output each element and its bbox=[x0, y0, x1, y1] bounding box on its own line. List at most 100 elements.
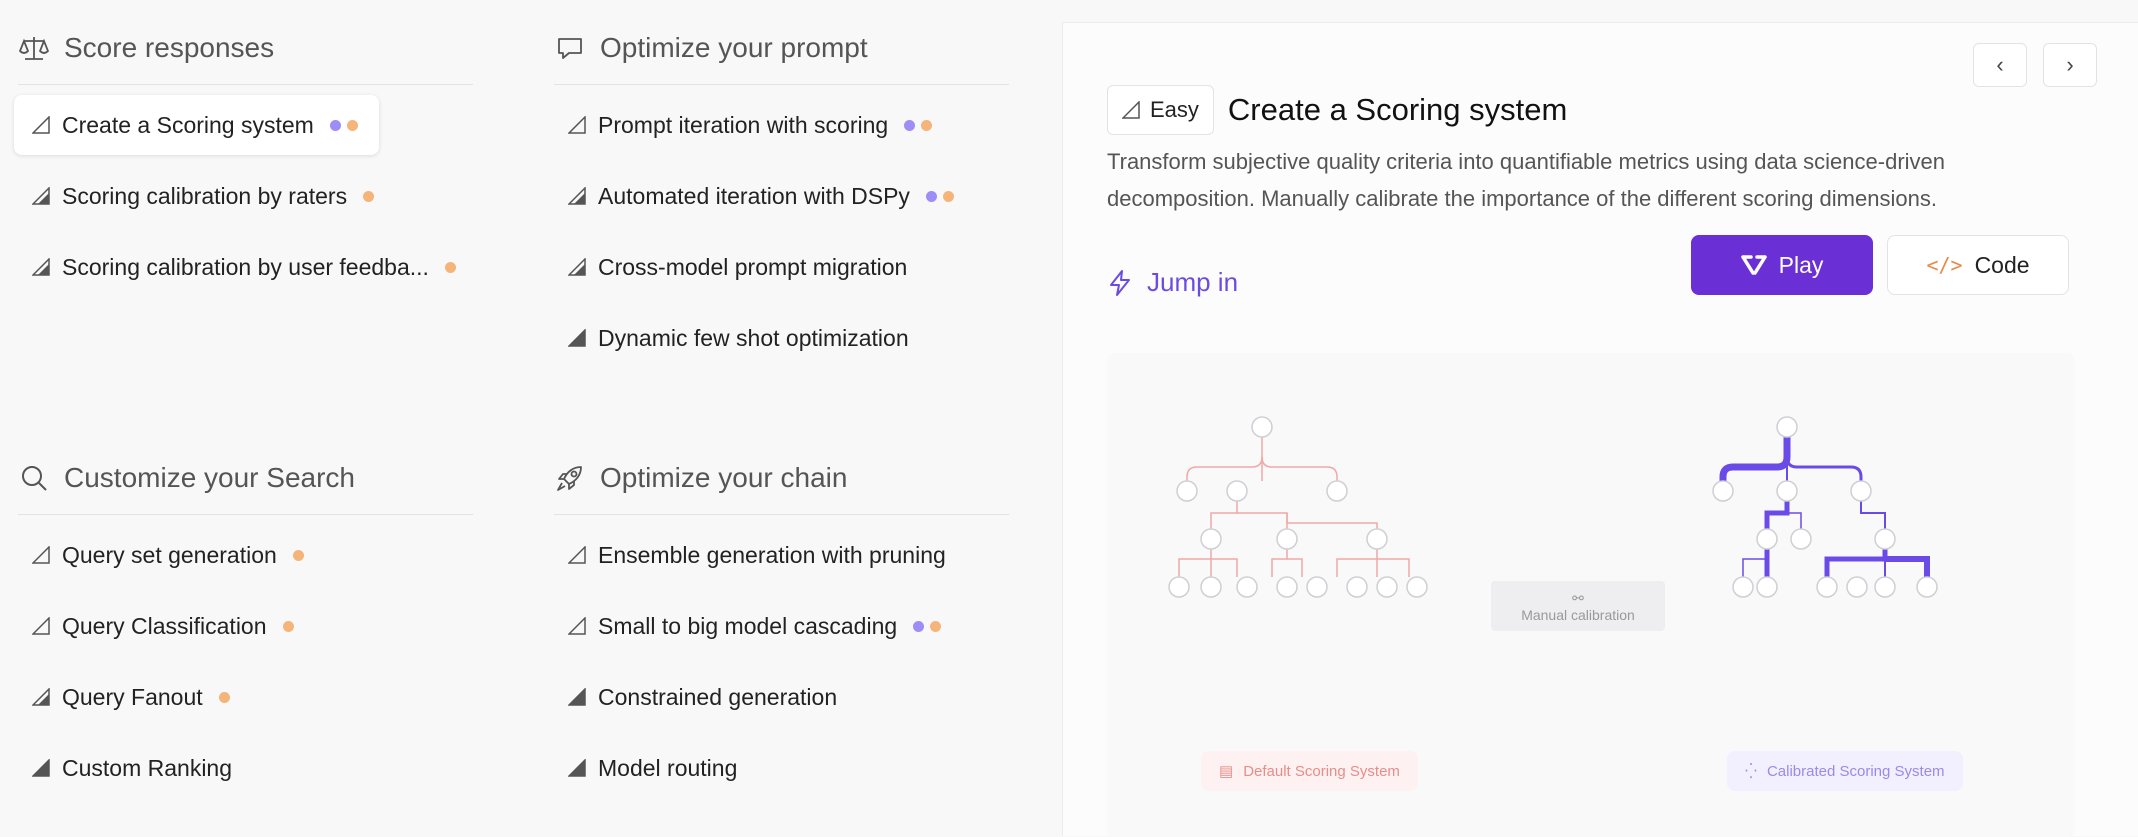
difficulty-easy-icon bbox=[32, 617, 50, 635]
default-tree-nodes bbox=[1168, 416, 1428, 598]
jump-in-link[interactable]: Jump in bbox=[1107, 267, 1238, 298]
manual-calibration-box: ⚯ Manual calibration bbox=[1491, 581, 1665, 631]
item-label: Prompt iteration with scoring bbox=[598, 111, 889, 138]
jump-in-label: Jump in bbox=[1147, 267, 1239, 297]
list-item[interactable]: Constrained generation bbox=[554, 667, 1009, 727]
difficulty-easy-icon bbox=[568, 546, 586, 564]
list-item[interactable]: Small to big model cascading bbox=[554, 596, 1009, 656]
item-label: Dynamic few shot optimization bbox=[598, 324, 909, 351]
search-icon bbox=[18, 462, 50, 494]
difficulty-medium-icon bbox=[32, 258, 50, 276]
calibrated-system-tag: ⁛ Calibrated Scoring System bbox=[1727, 751, 1963, 791]
section-prompt: Optimize your prompt Prompt iteration wi… bbox=[554, 26, 1009, 379]
sparkle-icon: ⁛ bbox=[1745, 763, 1757, 780]
list-item[interactable]: Scoring calibration by user feedba... bbox=[18, 237, 473, 297]
tag-dots bbox=[292, 549, 304, 561]
section-header: Customize your Search bbox=[18, 456, 473, 500]
prev-button[interactable]: ‹ bbox=[1973, 43, 2027, 87]
list-item[interactable]: Custom Ranking bbox=[18, 738, 473, 798]
orange-dot bbox=[292, 549, 304, 561]
divider bbox=[554, 514, 1009, 515]
divider bbox=[18, 514, 473, 515]
difficulty-label: Easy bbox=[1150, 97, 1199, 122]
default-tree bbox=[1178, 437, 1410, 577]
play-button[interactable]: Play bbox=[1691, 235, 1873, 295]
item-list: Ensemble generation with pruning Small to… bbox=[554, 525, 1009, 798]
list-item[interactable]: Automated iteration with DSPy bbox=[554, 166, 1009, 226]
divider bbox=[18, 84, 473, 85]
section-chain: Optimize your chain Ensemble generation … bbox=[554, 456, 1009, 809]
item-label: Automated iteration with DSPy bbox=[598, 182, 910, 209]
purple-dot bbox=[925, 190, 937, 202]
item-label: Create a Scoring system bbox=[62, 111, 314, 138]
tag-dots bbox=[282, 620, 294, 632]
item-label: Scoring calibration by user feedba... bbox=[62, 253, 429, 280]
orange-dot bbox=[444, 261, 456, 273]
list-item[interactable]: Model routing bbox=[554, 738, 1009, 798]
chevron-right-icon: › bbox=[2066, 52, 2074, 77]
list-icon: ▤ bbox=[1219, 763, 1234, 780]
tag-dots bbox=[925, 190, 954, 202]
list-item[interactable]: Prompt iteration with scoring bbox=[554, 95, 1009, 155]
user-icon: ⚯ bbox=[1572, 589, 1584, 606]
item-label: Custom Ranking bbox=[62, 754, 233, 781]
list-item[interactable]: Create a Scoring system bbox=[14, 95, 379, 155]
list-item[interactable]: Query Classification bbox=[18, 596, 473, 656]
item-list: Prompt iteration with scoring Automated i… bbox=[554, 95, 1009, 368]
list-item[interactable]: Scoring calibration by raters bbox=[18, 166, 473, 226]
divider bbox=[554, 84, 1009, 85]
section-header: Score responses bbox=[18, 26, 473, 70]
orange-dot bbox=[363, 190, 375, 202]
lightning-icon bbox=[1110, 269, 1130, 296]
code-label: Code bbox=[1974, 251, 2030, 278]
orange-dot bbox=[218, 691, 230, 703]
difficulty-hard-icon bbox=[32, 759, 50, 777]
difficulty-hard-icon bbox=[568, 329, 586, 347]
item-list: Create a Scoring system Scoring calibrati… bbox=[14, 95, 473, 297]
list-item[interactable]: Cross-model prompt migration bbox=[554, 237, 1009, 297]
title-row: Easy Create a Scoring system bbox=[1107, 85, 1567, 135]
chevron-left-icon: ‹ bbox=[1996, 52, 2004, 77]
item-label: Query set generation bbox=[62, 541, 277, 568]
orange-dot bbox=[282, 620, 294, 632]
tag-dots bbox=[218, 691, 230, 703]
page-title: Create a Scoring system bbox=[1227, 92, 1568, 127]
tag-dots bbox=[363, 190, 375, 202]
item-list: Query set generation Query Classification… bbox=[18, 525, 473, 798]
section-score: Score responses Create a Scoring system S… bbox=[14, 26, 473, 308]
difficulty-easy-icon bbox=[32, 116, 50, 134]
difficulty-hard-icon bbox=[568, 759, 586, 777]
difficulty-medium-icon bbox=[568, 258, 586, 276]
difficulty-medium-icon bbox=[32, 688, 50, 706]
scoring-illustration: ⚯ Manual calibration ▤ Default Scoring S… bbox=[1107, 353, 2075, 837]
purple-dot bbox=[904, 119, 916, 131]
list-item[interactable]: Dynamic few shot optimization bbox=[554, 308, 1009, 368]
play-logo-icon bbox=[1740, 255, 1767, 275]
item-label: Scoring calibration by raters bbox=[62, 182, 348, 209]
item-label: Query Classification bbox=[62, 612, 267, 639]
difficulty-easy-icon bbox=[1122, 101, 1140, 119]
difficulty-medium-icon bbox=[568, 187, 586, 205]
item-label: Query Fanout bbox=[62, 683, 203, 710]
tag-dots bbox=[329, 119, 358, 131]
next-button[interactable]: › bbox=[2043, 43, 2097, 87]
detail-panel: ‹ › Easy Create a Scoring system Transfo… bbox=[1062, 22, 2138, 837]
difficulty-badge: Easy bbox=[1107, 85, 1214, 135]
list-item[interactable]: Query Fanout bbox=[18, 667, 473, 727]
difficulty-easy-icon bbox=[568, 116, 586, 134]
tag-dots bbox=[444, 261, 456, 273]
tag-dots bbox=[913, 620, 942, 632]
list-item[interactable]: Query set generation bbox=[18, 525, 473, 585]
difficulty-medium-icon bbox=[32, 187, 50, 205]
section-header: Optimize your chain bbox=[554, 456, 1009, 500]
default-label: Default Scoring System bbox=[1243, 762, 1400, 780]
calibration-label: Manual calibration bbox=[1521, 606, 1635, 623]
play-label: Play bbox=[1778, 251, 1824, 278]
code-button[interactable]: </> Code bbox=[1887, 235, 2069, 295]
section-title: Score responses bbox=[64, 32, 275, 63]
item-label: Ensemble generation with pruning bbox=[598, 541, 946, 568]
rocket-icon bbox=[554, 462, 586, 494]
difficulty-hard-icon bbox=[568, 688, 586, 706]
list-item[interactable]: Ensemble generation with pruning bbox=[554, 525, 1009, 585]
orange-dot bbox=[346, 119, 358, 131]
